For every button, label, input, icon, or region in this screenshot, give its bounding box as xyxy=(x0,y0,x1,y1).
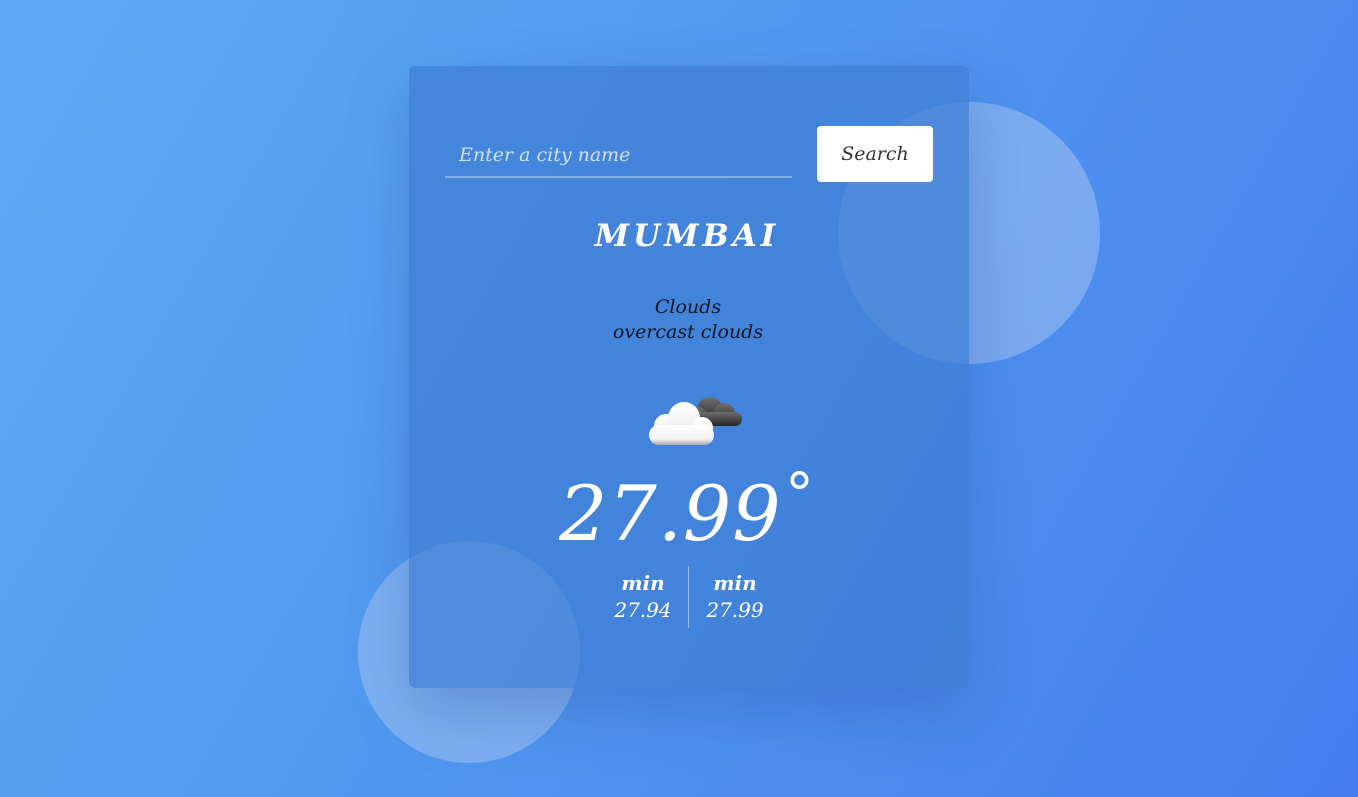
min-max-temperature: min 27.94 min 27.99 xyxy=(599,566,779,628)
search-button[interactable]: Search xyxy=(817,126,933,182)
second-min-temperature: min 27.99 xyxy=(691,570,779,624)
search-bar: Search xyxy=(445,126,933,182)
min-label: min xyxy=(621,571,665,595)
min-max-divider xyxy=(688,566,689,628)
city-name: MUMBAI xyxy=(594,218,780,254)
weather-card: Search MUMBAI Clouds overcast clouds xyxy=(409,66,969,688)
weather-description: Clouds overcast clouds xyxy=(409,295,967,345)
temperature: 27.99 ° xyxy=(409,460,969,562)
weather-main: Clouds xyxy=(654,296,722,318)
min-value: 27.94 xyxy=(614,598,672,622)
overcast-clouds-icon xyxy=(636,382,748,448)
min-temperature: min 27.94 xyxy=(599,570,687,624)
second-min-label: min xyxy=(713,571,757,595)
weather-detail: overcast clouds xyxy=(612,321,764,343)
degree-symbol: ° xyxy=(785,460,814,528)
second-min-value: 27.99 xyxy=(706,598,764,622)
temperature-value: 27.99 xyxy=(559,469,782,558)
city-search-input[interactable] xyxy=(445,134,792,178)
